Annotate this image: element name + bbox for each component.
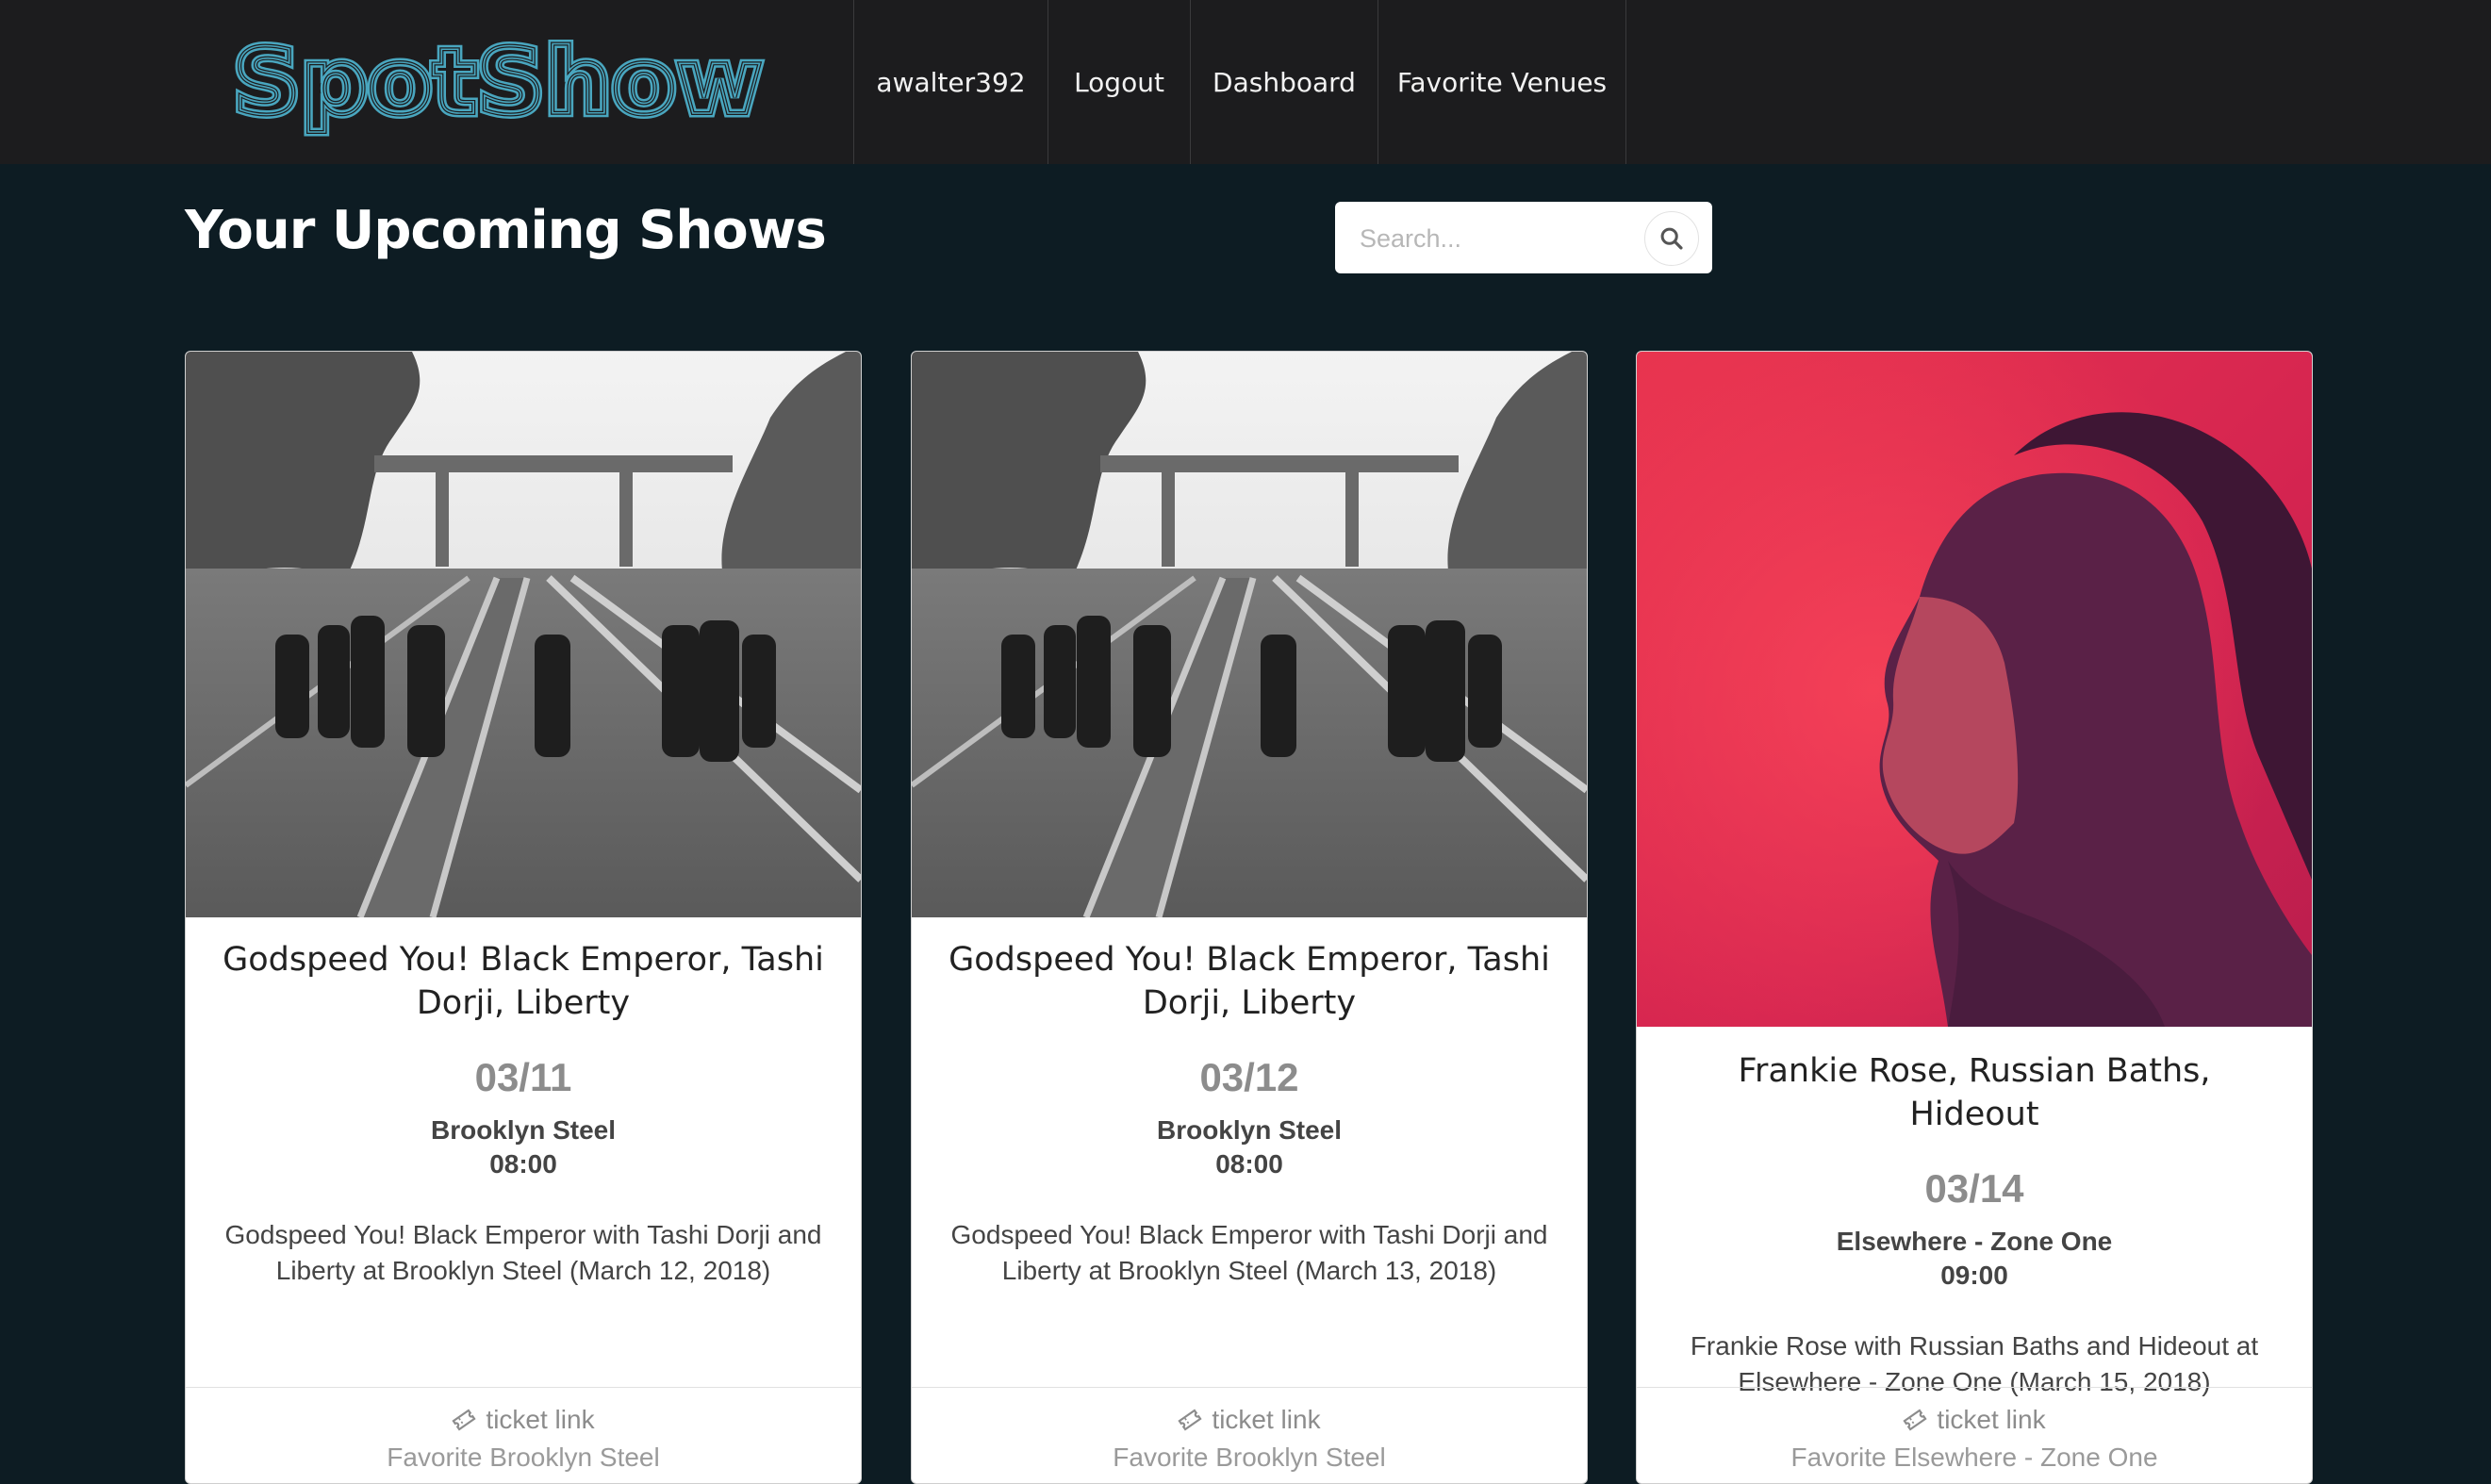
ticket-link[interactable]: ticket link	[452, 1405, 595, 1435]
show-card[interactable]: Frankie Rose, Russian Baths, Hideout 03/…	[1636, 351, 2313, 1484]
favorite-venue-link[interactable]: Favorite Elsewhere - Zone One	[1637, 1443, 2312, 1473]
show-image	[912, 352, 1587, 917]
spotshow-logo[interactable]: SpotShow SpotShow SpotShow	[231, 26, 768, 140]
show-card-footer: ticket link Favorite Brooklyn Steel	[186, 1387, 861, 1473]
nav-logout[interactable]: Logout	[1048, 0, 1190, 164]
show-venue: Elsewhere - Zone One	[1836, 1227, 2113, 1256]
show-time: 08:00	[1215, 1149, 1283, 1179]
show-title[interactable]: Godspeed You! Black Emperor, Tashi Dorji…	[948, 938, 1551, 1025]
show-description: Godspeed You! Black Emperor with Tashi D…	[950, 1220, 1548, 1285]
search-button[interactable]	[1644, 211, 1699, 266]
show-date: 03/12	[1199, 1055, 1299, 1099]
show-venue: Brooklyn Steel	[1156, 1115, 1343, 1145]
show-time: 09:00	[1940, 1261, 2008, 1290]
favorite-venue-link[interactable]: Favorite Brooklyn Steel	[186, 1443, 861, 1473]
nav-favorite-venues[interactable]: Favorite Venues	[1377, 0, 1626, 164]
show-time: 08:00	[489, 1149, 557, 1179]
ticket-icon	[1903, 1409, 1928, 1431]
show-card-body: Frankie Rose, Russian Baths, Hideout 03/…	[1637, 1049, 2312, 1400]
show-card[interactable]: Godspeed You! Black Emperor, Tashi Dorji…	[911, 351, 1588, 1484]
show-title[interactable]: Frankie Rose, Russian Baths, Hideout	[1673, 1049, 2276, 1136]
ticket-link[interactable]: ticket link	[1903, 1405, 2046, 1435]
top-navbar: SpotShow SpotShow SpotShow awalter392 Lo…	[0, 0, 2491, 164]
show-card-body: Godspeed You! Black Emperor, Tashi Dorji…	[912, 938, 1587, 1289]
ticket-link-label: ticket link	[486, 1405, 595, 1434]
show-card[interactable]: Godspeed You! Black Emperor, Tashi Dorji…	[185, 351, 862, 1484]
show-venue: Brooklyn Steel	[430, 1115, 617, 1145]
show-title[interactable]: Godspeed You! Black Emperor, Tashi Dorji…	[222, 938, 825, 1025]
page-title: Your Upcoming Shows	[185, 200, 827, 261]
nav-username[interactable]: awalter392	[853, 0, 1048, 164]
show-date: 03/14	[1924, 1166, 2024, 1211]
nav-menu: awalter392 Logout Dashboard Favorite Ven…	[853, 0, 1626, 164]
svg-text:SpotShow: SpotShow	[233, 29, 763, 135]
show-image	[186, 352, 861, 917]
show-description: Godspeed You! Black Emperor with Tashi D…	[224, 1220, 822, 1285]
search-input[interactable]	[1358, 219, 1644, 258]
show-image	[1637, 352, 2312, 1027]
favorite-venue-link[interactable]: Favorite Brooklyn Steel	[912, 1443, 1587, 1473]
ticket-link[interactable]: ticket link	[1178, 1405, 1321, 1435]
show-card-footer: ticket link Favorite Brooklyn Steel	[912, 1387, 1587, 1473]
ticket-link-label: ticket link	[1212, 1405, 1321, 1434]
show-card-body: Godspeed You! Black Emperor, Tashi Dorji…	[186, 938, 861, 1289]
ticket-link-label: ticket link	[1937, 1405, 2046, 1434]
nav-dashboard[interactable]: Dashboard	[1190, 0, 1377, 164]
ticket-icon	[1178, 1409, 1203, 1431]
search-box	[1335, 202, 1712, 273]
show-date: 03/11	[474, 1055, 572, 1099]
ticket-icon	[452, 1409, 477, 1431]
search-icon	[1660, 227, 1683, 250]
show-card-footer: ticket link Favorite Elsewhere - Zone On…	[1637, 1387, 2312, 1473]
